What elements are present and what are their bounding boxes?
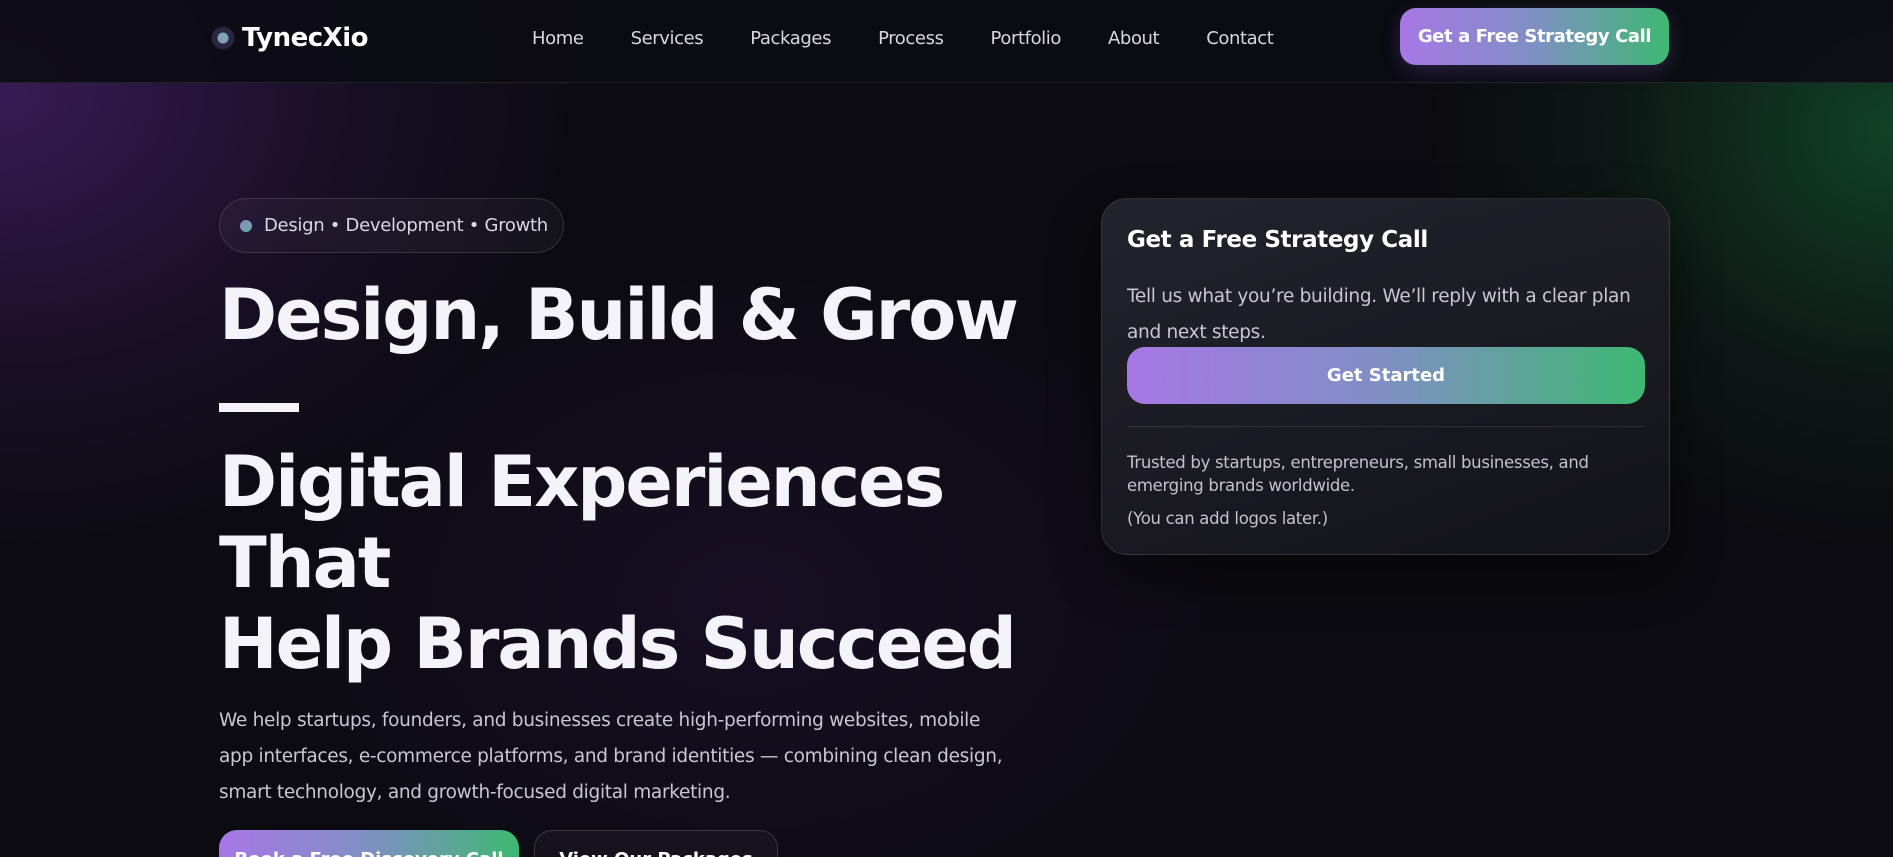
- hero-tag-pill: Design • Development • Growth: [219, 198, 564, 253]
- hero-title-continued: Digital Experiences That Help Brands Suc…: [219, 442, 1039, 685]
- nav-links: Home Services Packages Process Portfolio…: [532, 25, 1320, 51]
- hero-description: We help startups, founders, and business…: [219, 710, 1003, 803]
- nav-link-portfolio[interactable]: Portfolio: [991, 28, 1062, 49]
- nav-link-packages[interactable]: Packages: [750, 28, 831, 49]
- brand-dot-icon: [212, 27, 234, 49]
- card-description: Tell us what you’re building. We’ll repl…: [1127, 286, 1631, 343]
- discovery-call-button[interactable]: Book a Free Discovery Call: [219, 830, 519, 857]
- nav-strategy-call-button[interactable]: Get a Free Strategy Call: [1400, 8, 1669, 65]
- brand-logo[interactable]: TynecXio: [212, 18, 368, 58]
- tag-dot-icon: [240, 219, 252, 232]
- card-trust-text: Trusted by startups, entrepreneurs, smal…: [1127, 453, 1589, 495]
- card-title: Get a Free Strategy Call: [1127, 227, 1428, 253]
- hero-title-line-3: That: [219, 522, 391, 604]
- brand-name: TynecXio: [242, 23, 368, 53]
- strategy-call-card: Get a Free Strategy Call Tell us what yo…: [1101, 198, 1670, 555]
- card-divider: [1127, 426, 1645, 427]
- get-started-button[interactable]: Get Started: [1127, 347, 1645, 404]
- card-note-text: (You can add logos later.): [1127, 509, 1328, 528]
- nav-link-services[interactable]: Services: [631, 28, 704, 49]
- hero-title-line-1: Design, Build & Grow: [219, 274, 1019, 356]
- view-packages-button[interactable]: View Our Packages: [534, 830, 778, 857]
- hero-title-divider: [219, 403, 299, 412]
- hero-title: Design, Build & Grow: [219, 275, 1039, 367]
- landing-page: TynecXio Home Services Packages Process …: [0, 0, 1893, 857]
- hero-title-line-2: Digital Experiences: [219, 441, 945, 523]
- top-navigation: TynecXio Home Services Packages Process …: [0, 0, 1893, 83]
- hero-title-line-4: Help Brands Succeed: [219, 603, 1017, 685]
- nav-link-home[interactable]: Home: [532, 28, 584, 49]
- nav-link-process[interactable]: Process: [878, 28, 944, 49]
- nav-link-about[interactable]: About: [1108, 28, 1160, 49]
- nav-link-contact[interactable]: Contact: [1206, 28, 1274, 49]
- hero-tag-text: Design • Development • Growth: [264, 215, 548, 236]
